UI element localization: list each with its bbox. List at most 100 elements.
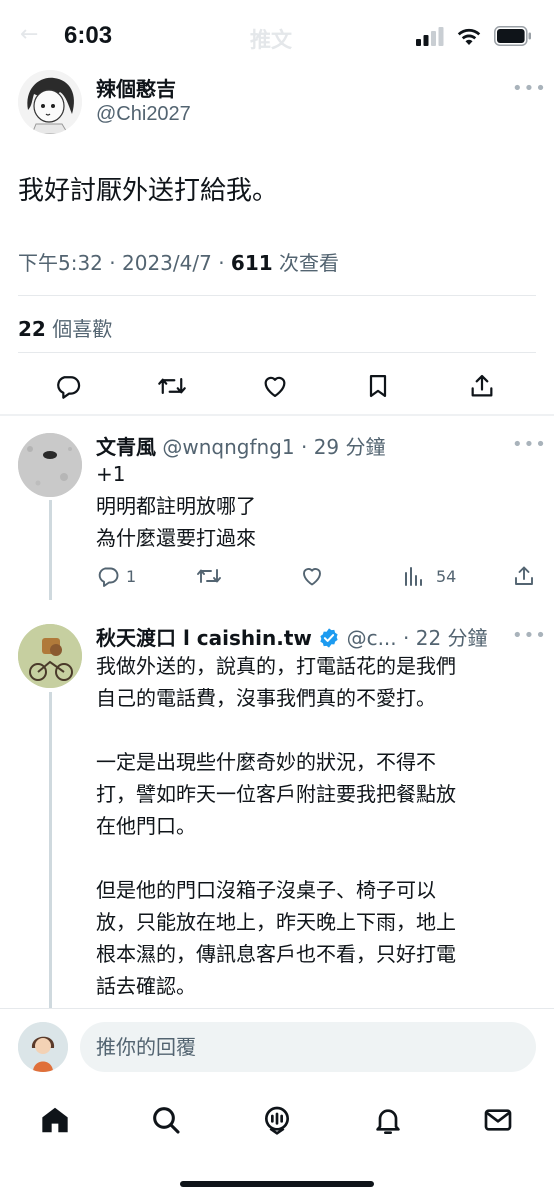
author-avatar[interactable] (18, 70, 82, 134)
thread-line (49, 692, 52, 1012)
back-arrow-icon[interactable]: ← (20, 22, 38, 47)
meta-separator: · (403, 626, 410, 650)
reply-actions: 1 54 (0, 561, 554, 591)
reply-line: 明明都註明放哪了 (96, 494, 256, 518)
battery-icon (494, 26, 531, 46)
likes-summary[interactable]: 22 個喜歡 (18, 313, 112, 342)
share-button[interactable] (464, 368, 500, 404)
reply-text: +1 明明都註明放哪了 為什麼還要打過來 (96, 458, 256, 554)
author-name[interactable]: 辣個憨吉 (96, 73, 176, 102)
views-button[interactable]: 54 (402, 561, 456, 591)
status-icons (416, 26, 532, 46)
status-time: 6:03 (64, 22, 113, 49)
reply-line: 自己的電話費，沒事我們真的不愛打。 (96, 686, 436, 710)
tweet-text: 我好討厭外送打給我。 (18, 176, 279, 206)
tab-home[interactable] (35, 1100, 75, 1140)
retweet-icon (197, 569, 221, 583)
reply-line: 放，只能放在地上，昨天晚上下雨，地上 (96, 910, 456, 934)
tab-messages[interactable] (478, 1100, 518, 1140)
reply-line: 根本濕的，傳訊息客戶也不看，只好打電 (96, 942, 456, 966)
bookmark-button[interactable] (360, 368, 396, 404)
reply-line: 一定是出現些什麼奇妙的狀況，不得不 (96, 750, 436, 774)
reply-avatar[interactable] (18, 624, 82, 688)
share-button[interactable] (512, 561, 536, 591)
home-indicator (180, 1181, 374, 1187)
likes-count: 22 (18, 317, 46, 341)
retweet-button[interactable] (154, 368, 190, 404)
reply-line: 但是他的門口沒箱子沒桌子、椅子可以 (96, 878, 436, 902)
reply-line: +1 (96, 462, 126, 486)
reply-author-name[interactable]: 秋天渡口 l caishin.tw (96, 626, 312, 650)
divider (18, 352, 536, 353)
tab-search[interactable] (146, 1100, 186, 1140)
tweet-actions (0, 368, 554, 404)
more-icon[interactable]: ••• (512, 625, 547, 646)
reply-line: 我做外送的，說真的，打電話花的是我們 (96, 654, 456, 678)
like-button[interactable] (300, 561, 324, 591)
tweet-date: 2023/4/7 (122, 251, 212, 275)
reply-time: 22 分鐘 (415, 626, 488, 650)
reply-avatar[interactable] (18, 433, 82, 497)
views-count: 54 (436, 566, 457, 586)
meta-separator: · (218, 251, 231, 275)
messages-icon (484, 1109, 512, 1131)
heart-icon (303, 568, 321, 586)
reply-author-name[interactable]: 文青風 (96, 435, 156, 459)
meta-separator: · (300, 435, 308, 459)
share-icon (471, 374, 493, 397)
reply-text: 我做外送的，說真的，打電話花的是我們 自己的電話費，沒事我們真的不愛打。 一定是… (96, 650, 456, 1002)
spaces-icon (265, 1106, 289, 1135)
tab-bar (0, 1090, 554, 1150)
likes-label: 個喜歡 (52, 317, 113, 341)
more-icon[interactable]: ••• (512, 434, 547, 455)
retweet-button[interactable] (196, 561, 222, 591)
heart-icon (264, 376, 286, 398)
avatar-illustration (18, 624, 82, 688)
status-bar: ← 推文 6:03 (0, 0, 554, 72)
reply-button[interactable] (50, 368, 86, 404)
reply-author-handle[interactable]: @c... (347, 626, 397, 650)
share-icon (515, 566, 533, 585)
meta-separator: · (109, 251, 122, 275)
reply-icon (98, 567, 119, 587)
views-count: 611 (230, 251, 273, 275)
home-icon (42, 1107, 68, 1133)
views-label: 次查看 (279, 251, 340, 275)
wifi-icon (457, 28, 481, 45)
reply-button[interactable]: 1 (96, 561, 136, 591)
retweet-icon (158, 377, 186, 395)
current-user-avatar[interactable] (18, 1022, 68, 1072)
avatar-illustration (18, 70, 82, 134)
reply-author-handle[interactable]: @wnqngfng1 (162, 435, 294, 459)
tab-spaces[interactable] (257, 1100, 297, 1140)
tab-notifications[interactable] (368, 1100, 408, 1140)
reply-line: 話去確認。 (96, 974, 196, 998)
reply-icon (57, 376, 81, 399)
divider (18, 295, 536, 296)
reply-line: 在他門口。 (96, 814, 196, 838)
more-icon[interactable]: ••• (512, 78, 547, 99)
verified-badge-icon (320, 628, 338, 648)
avatar-illustration (18, 1022, 68, 1072)
bookmark-icon (369, 374, 387, 398)
tweet-time: 下午5:32 (18, 251, 103, 275)
section-separator (0, 414, 554, 416)
tweet-meta: 下午5:32 · 2023/4/7 · 611 次查看 (18, 247, 339, 276)
reply-count: 1 (126, 566, 137, 586)
avatar-photo (18, 433, 82, 497)
analytics-icon (405, 567, 422, 586)
reply-header: 秋天渡口 l caishin.tw @c... · 22 分鐘 (96, 622, 488, 651)
reply-composer (0, 1008, 554, 1088)
reply-line: 為什麼還要打過來 (96, 526, 256, 550)
author-handle[interactable]: @Chi2027 (96, 103, 191, 126)
search-icon (153, 1107, 180, 1134)
like-button[interactable] (257, 368, 293, 404)
notifications-icon (376, 1109, 400, 1134)
reply-time: 29 分鐘 (313, 435, 386, 459)
reply-line: 打，譬如昨天一位客戶附註要我把餐點放 (96, 782, 456, 806)
cellular-signal-icon (416, 27, 444, 46)
reply-input[interactable] (80, 1022, 536, 1072)
reply-header: 文青風 @wnqngfng1 · 29 分鐘 (96, 431, 386, 460)
